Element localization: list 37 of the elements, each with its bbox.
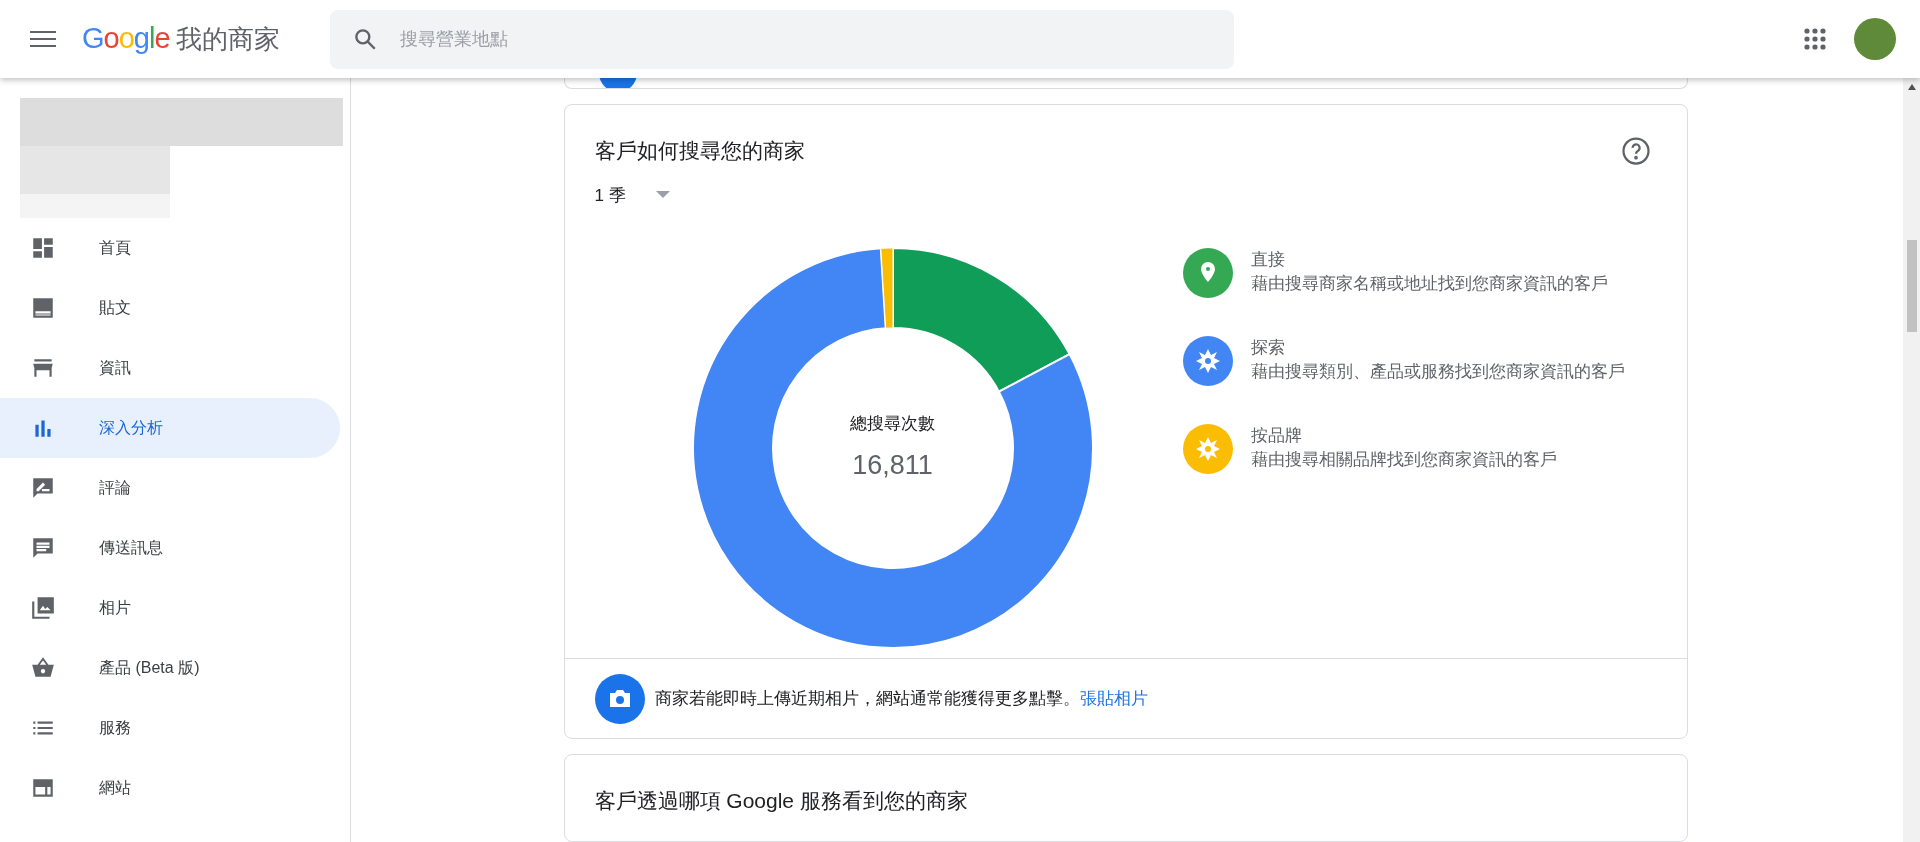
sidebar-item[interactable]: 服務 — [0, 698, 340, 758]
card-title: 客戶如何搜尋您的商家 — [594, 138, 805, 165]
total-label: 總搜尋次數 — [850, 413, 935, 436]
caret-icon — [655, 191, 670, 200]
app-title: 我的商家 — [175, 22, 280, 56]
avatar[interactable] — [1854, 18, 1896, 60]
menu-icon[interactable] — [30, 29, 56, 49]
sidebar-item[interactable]: 評論 — [0, 458, 340, 518]
sidebar-item[interactable]: 傳送訊息 — [0, 518, 340, 578]
legend-title: 直接 — [1250, 249, 1286, 272]
dashboard-icon — [30, 235, 56, 261]
total-value: 16,811 — [852, 448, 933, 482]
post-photos-link[interactable]: 張貼相片 — [1079, 688, 1148, 708]
scrollbar-thumb[interactable] — [1906, 240, 1917, 332]
legend-title: 按品牌 — [1250, 425, 1303, 448]
sidebar-item[interactable]: 產品 (Beta 版) — [0, 638, 340, 698]
tip-text: 商家若能即時上傳近期相片，網站通常能獲得更多點擊。張貼相片 — [654, 687, 1148, 710]
sidebar-item[interactable]: 資訊 — [0, 338, 340, 398]
sidebar-item[interactable]: 網站 — [0, 758, 340, 818]
sidebar-item[interactable]: 貼文 — [0, 278, 340, 338]
legend-title: 探索 — [1250, 337, 1286, 360]
period-dropdown[interactable]: 1 季 — [594, 182, 675, 209]
scroll-up-arrow-icon[interactable] — [1907, 84, 1916, 90]
legend-description: 藉由搜尋商家名稱或地址找到您商家資訊的客戶 — [1250, 273, 1609, 296]
photos-icon — [30, 595, 56, 621]
help-icon[interactable] — [1620, 135, 1651, 166]
post-icon — [30, 295, 56, 321]
search-field[interactable]: 搜尋營業地點 — [329, 9, 1234, 69]
apps-grid-icon[interactable] — [1804, 28, 1826, 50]
card-title: 客戶透過哪項 Google 服務看到您的商家 — [594, 788, 969, 815]
google-logo: Google — [82, 21, 170, 57]
legend-description: 藉由搜尋相關品牌找到您商家資訊的客戶 — [1250, 449, 1558, 472]
camera-icon — [594, 673, 645, 724]
legend-description: 藉由搜尋類別、產品或服務找到您商家資訊的客戶 — [1250, 361, 1626, 384]
sidebar-item[interactable]: 相片 — [0, 578, 340, 638]
sidebar-item[interactable]: 深入分析 — [0, 398, 340, 458]
sidebar-item[interactable]: 首頁 — [0, 218, 340, 278]
